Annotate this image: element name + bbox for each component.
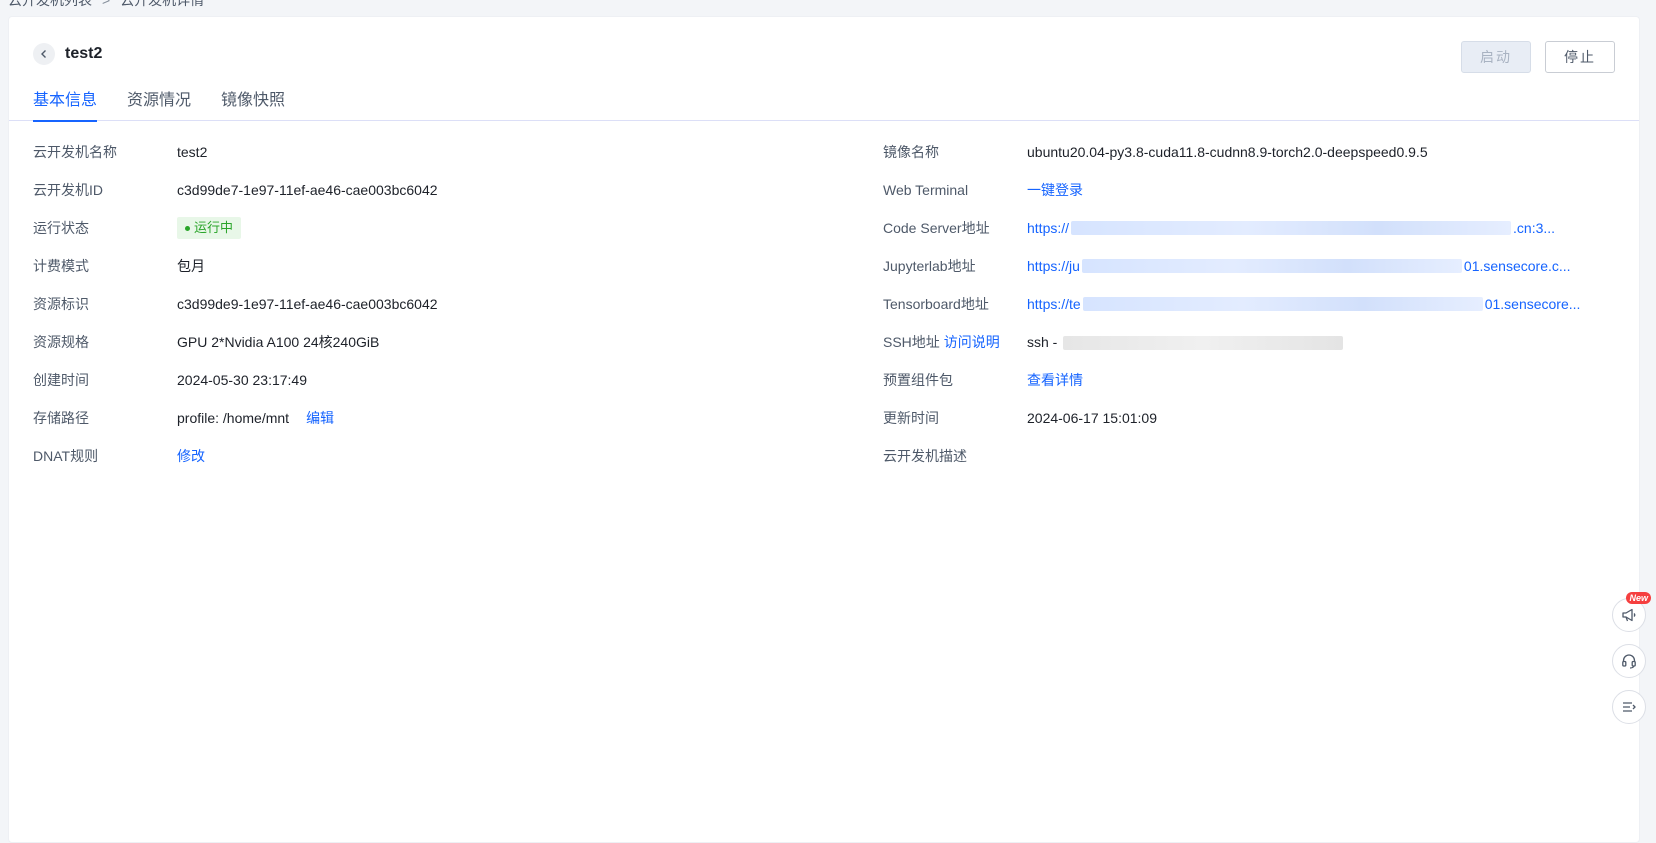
- code-server-url-prefix: https://: [1027, 220, 1070, 236]
- breadcrumb-parent[interactable]: 云开发机列表: [8, 0, 92, 10]
- menu-collapse-icon: [1623, 702, 1636, 712]
- breadcrumb-current: 云开发机详情: [120, 0, 205, 8]
- label-components: 预置组件包: [883, 372, 953, 388]
- status-text: 运行中: [194, 220, 234, 235]
- breadcrumb-separator: >: [102, 0, 111, 8]
- label-code-server: Code Server地址: [883, 220, 990, 236]
- row-created: 创建时间 2024-05-30 23:17:49: [33, 370, 833, 408]
- row-status: 运行状态 运行中: [33, 217, 833, 256]
- start-button[interactable]: 启动: [1461, 41, 1531, 73]
- value-storage: profile: /home/mnt: [177, 410, 290, 426]
- redacted-block: [1081, 259, 1462, 273]
- label-billing: 计费模式: [33, 258, 89, 274]
- row-storage: 存储路径 profile: /home/mnt 编辑: [33, 408, 833, 446]
- label-resource-id: 资源标识: [33, 296, 89, 312]
- view-components-link[interactable]: 查看详情: [1027, 370, 1083, 390]
- jupyterlab-url-suffix: 01.sensecore.c...: [1463, 258, 1571, 274]
- label-status: 运行状态: [33, 220, 89, 236]
- action-buttons: 启动 停止: [1461, 41, 1615, 73]
- row-jupyterlab: Jupyterlab地址 https://ju 01.sensecore.c..…: [883, 256, 1623, 294]
- label-created: 创建时间: [33, 372, 89, 388]
- row-code-server: Code Server地址 https:// .cn:3...: [883, 218, 1623, 256]
- label-tensorboard: Tensorboard地址: [883, 296, 989, 312]
- tab-resources[interactable]: 资源情况: [127, 89, 191, 121]
- value-ssh: ssh -: [1027, 332, 1345, 352]
- ssh-help-link[interactable]: 访问说明: [944, 334, 1000, 350]
- basic-info-right: 镜像名称 ubuntu20.04-py3.8-cuda11.8-cudnn8.9…: [883, 142, 1623, 484]
- value-resource-id: c3d99de9-1e97-11ef-ae46-cae003bc6042: [177, 296, 438, 312]
- floating-toolbar: New: [1612, 592, 1651, 724]
- status-dot-icon: [185, 225, 190, 231]
- label-ssh-text: SSH地址: [883, 334, 940, 350]
- row-updated: 更新时间 2024-06-17 15:01:09: [883, 408, 1623, 446]
- label-image: 镜像名称: [883, 144, 939, 160]
- value-updated: 2024-06-17 15:01:09: [1027, 410, 1157, 426]
- label-dnat: DNAT规则: [33, 448, 99, 464]
- row-ssh: SSH地址 访问说明 ssh -: [883, 332, 1623, 370]
- row-web-terminal: Web Terminal 一键登录: [883, 180, 1623, 218]
- redacted-block: [1082, 297, 1483, 311]
- row-dnat: DNAT规则 修改: [33, 446, 833, 484]
- value-name: test2: [177, 144, 208, 160]
- new-badge: New: [1626, 592, 1651, 604]
- row-image: 镜像名称 ubuntu20.04-py3.8-cuda11.8-cudnn8.9…: [883, 142, 1623, 180]
- label-web-terminal: Web Terminal: [883, 182, 969, 198]
- one-click-login-link[interactable]: 一键登录: [1027, 180, 1083, 200]
- megaphone-icon: [1622, 608, 1636, 622]
- redacted-block: [1071, 221, 1512, 235]
- tensorboard-url-prefix: https://te: [1027, 296, 1081, 312]
- jupyterlab-url-prefix: https://ju: [1027, 258, 1080, 274]
- support-button[interactable]: [1612, 644, 1646, 678]
- tensorboard-url-link[interactable]: https://te 01.sensecore...: [1027, 294, 1597, 314]
- code-server-url-suffix: .cn:3...: [1513, 220, 1556, 236]
- label-updated: 更新时间: [883, 410, 939, 426]
- row-resource-id: 资源标识 c3d99de9-1e97-11ef-ae46-cae003bc604…: [33, 294, 833, 332]
- row-billing: 计费模式 包月: [33, 256, 833, 294]
- tab-basic-info[interactable]: 基本信息: [33, 89, 98, 122]
- stop-button[interactable]: 停止: [1545, 41, 1615, 73]
- label-ssh: SSH地址 访问说明: [883, 332, 1027, 352]
- chevron-left-icon: [41, 50, 46, 58]
- label-jupyterlab: Jupyterlab地址: [883, 258, 976, 274]
- label-description: 云开发机描述: [883, 448, 967, 464]
- row-description: 云开发机描述: [883, 446, 1623, 484]
- value-spec: GPU 2*Nvidia A100 24核240GiB: [177, 334, 380, 350]
- label-storage: 存储路径: [33, 410, 89, 426]
- tab-image-snapshots[interactable]: 镜像快照: [221, 89, 285, 121]
- value-created: 2024-05-30 23:17:49: [177, 372, 307, 388]
- page-title: test2: [65, 45, 103, 62]
- row-tensorboard: Tensorboard地址 https://te 01.sensecore...: [883, 294, 1623, 332]
- title-row: test2: [33, 43, 102, 65]
- tensorboard-url-suffix: 01.sensecore...: [1484, 296, 1581, 312]
- row-name: 云开发机名称 test2: [33, 142, 833, 180]
- breadcrumb: 云开发机列表 > 云开发机详情: [8, 0, 204, 8]
- label-id: 云开发机ID: [33, 182, 103, 198]
- value-billing: 包月: [177, 258, 205, 274]
- row-components: 预置组件包 查看详情: [883, 370, 1623, 408]
- edit-storage-link[interactable]: 编辑: [306, 408, 334, 428]
- back-button[interactable]: [33, 43, 55, 65]
- tab-bar: 基本信息 资源情况 镜像快照: [9, 89, 1639, 122]
- ssh-command-prefix: ssh -: [1027, 334, 1058, 350]
- value-image: ubuntu20.04-py3.8-cuda11.8-cudnn8.9-torc…: [1027, 144, 1428, 160]
- announcement-button[interactable]: New: [1612, 592, 1651, 632]
- detail-card: test2 启动 停止 基本信息 资源情况 镜像快照 云开发机名称 test2 …: [8, 16, 1640, 843]
- label-name: 云开发机名称: [33, 144, 117, 160]
- row-spec: 资源规格 GPU 2*Nvidia A100 24核240GiB: [33, 332, 833, 370]
- collapse-menu-button[interactable]: [1612, 690, 1646, 724]
- modify-dnat-link[interactable]: 修改: [177, 446, 205, 466]
- code-server-url-link[interactable]: https:// .cn:3...: [1027, 218, 1597, 238]
- basic-info-left: 云开发机名称 test2 云开发机ID c3d99de7-1e97-11ef-a…: [33, 142, 833, 484]
- row-id: 云开发机ID c3d99de7-1e97-11ef-ae46-cae003bc6…: [33, 180, 833, 218]
- redacted-block: [1063, 336, 1344, 351]
- headset-icon: [1622, 654, 1636, 669]
- value-id: c3d99de7-1e97-11ef-ae46-cae003bc6042: [177, 182, 438, 198]
- jupyterlab-url-link[interactable]: https://ju 01.sensecore.c...: [1027, 256, 1597, 276]
- label-spec: 资源规格: [33, 334, 89, 350]
- status-badge: 运行中: [177, 217, 242, 239]
